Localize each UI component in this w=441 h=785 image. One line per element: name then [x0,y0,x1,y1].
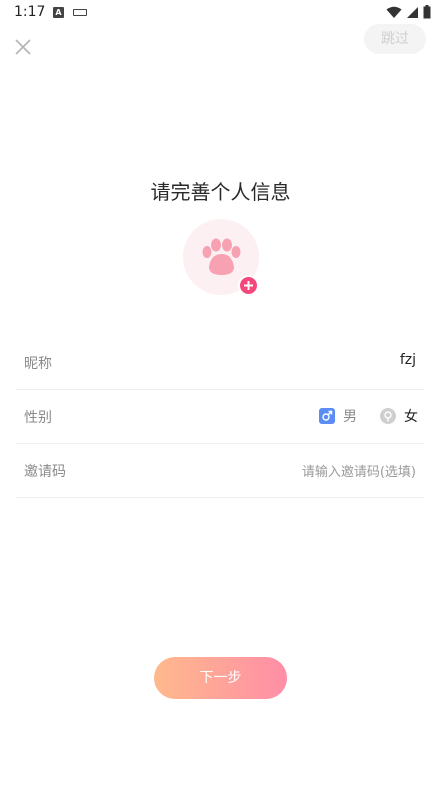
status-bar: 1:17 A [0,0,441,26]
female-symbol-icon [380,408,396,424]
status-icons [386,5,431,19]
male-symbol-icon [319,408,335,424]
nickname-input[interactable]: fzj [400,352,416,368]
gender-female-label: 女 [404,409,418,425]
skip-button[interactable]: 跳过 [364,24,426,54]
gender-male-option[interactable]: 男 [319,406,357,426]
gender-row: 性别 男 女 [16,390,424,444]
battery-icon [423,5,431,19]
plus-icon [244,281,253,290]
notification-icon: A [53,7,64,18]
invite-label: 邀请码 [24,464,66,480]
invite-code-input[interactable]: 请输入邀请码(选填) [302,461,416,480]
status-time: 1:17 [14,4,46,20]
close-button[interactable] [12,36,34,58]
invite-row[interactable]: 邀请码 请输入邀请码(选填) [16,444,424,498]
gender-female-option[interactable]: 女 [380,406,418,426]
nickname-label: 昵称 [24,356,52,372]
next-button[interactable]: 下一步 [154,657,287,699]
keyboard-icon [73,9,87,16]
add-avatar-button[interactable] [238,275,259,296]
wifi-icon [386,6,402,18]
signal-icon [407,6,418,18]
page-title: 请完善个人信息 [150,180,291,204]
nickname-row[interactable]: 昵称 fzj [16,336,424,390]
gender-label: 性别 [24,410,52,426]
close-icon [15,39,31,55]
gender-male-label: 男 [343,409,357,425]
